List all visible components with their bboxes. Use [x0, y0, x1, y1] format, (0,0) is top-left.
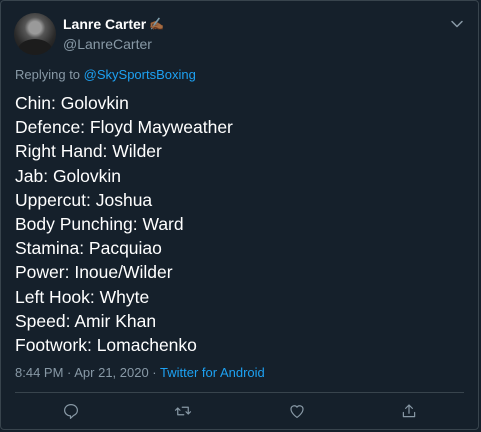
tweet-timestamp[interactable]: 8:44 PM · Apr 21, 2020 ·: [15, 365, 160, 380]
retweet-icon: [174, 406, 192, 416]
share-icon: [402, 404, 416, 418]
tweet-source[interactable]: Twitter for Android: [160, 365, 265, 380]
replying-to-label: Replying to: [15, 67, 84, 82]
like-button[interactable]: [287, 401, 307, 421]
tweet-line: Body Punching: Ward: [15, 214, 184, 235]
author-name[interactable]: Lanre Carter: [63, 16, 146, 32]
tweet-text: Chin: Golovkin Defence: Floyd Mayweather…: [15, 91, 233, 357]
share-button[interactable]: [399, 401, 419, 421]
action-bar: [1, 401, 478, 423]
tweet-card: Lanre Carter ✍🏾 @LanreCarter Replying to…: [0, 0, 479, 430]
tweet-line: Stamina: Pacquiao: [15, 238, 162, 259]
replying-to: Replying to @SkySportsBoxing: [15, 67, 196, 82]
author-name-row[interactable]: Lanre Carter ✍🏾: [63, 16, 164, 32]
avatar-figure: [18, 39, 52, 55]
tweet-line: Footwork: Lomachenko: [15, 335, 197, 356]
reply-icon: [64, 404, 78, 419]
reply-button[interactable]: [61, 401, 81, 421]
tweet-line: Jab: Golovkin: [15, 165, 122, 186]
replying-to-link[interactable]: @SkySportsBoxing: [84, 67, 196, 82]
chevron-down-icon[interactable]: [450, 17, 464, 31]
retweet-button[interactable]: [173, 401, 193, 421]
tweet-line: Uppercut: Joshua: [15, 189, 153, 210]
writing-hand-emoji: ✍🏾: [149, 17, 165, 31]
divider: [15, 392, 464, 393]
tweet-line: Right Hand: Wilder: [15, 141, 162, 162]
author-handle[interactable]: @LanreCarter: [63, 36, 152, 52]
avatar[interactable]: [14, 13, 56, 55]
tweet-line: Speed: Amir Khan: [15, 310, 157, 331]
tweet-line: Defence: Floyd Mayweather: [15, 117, 233, 138]
tweet-line: Power: Inoue/Wilder: [15, 262, 173, 283]
tweet-line: Left Hook: Whyte: [15, 286, 150, 307]
tweet-meta: 8:44 PM · Apr 21, 2020 · Twitter for And…: [15, 365, 265, 380]
tweet-line: Chin: Golovkin: [15, 93, 129, 113]
like-icon: [290, 405, 304, 418]
